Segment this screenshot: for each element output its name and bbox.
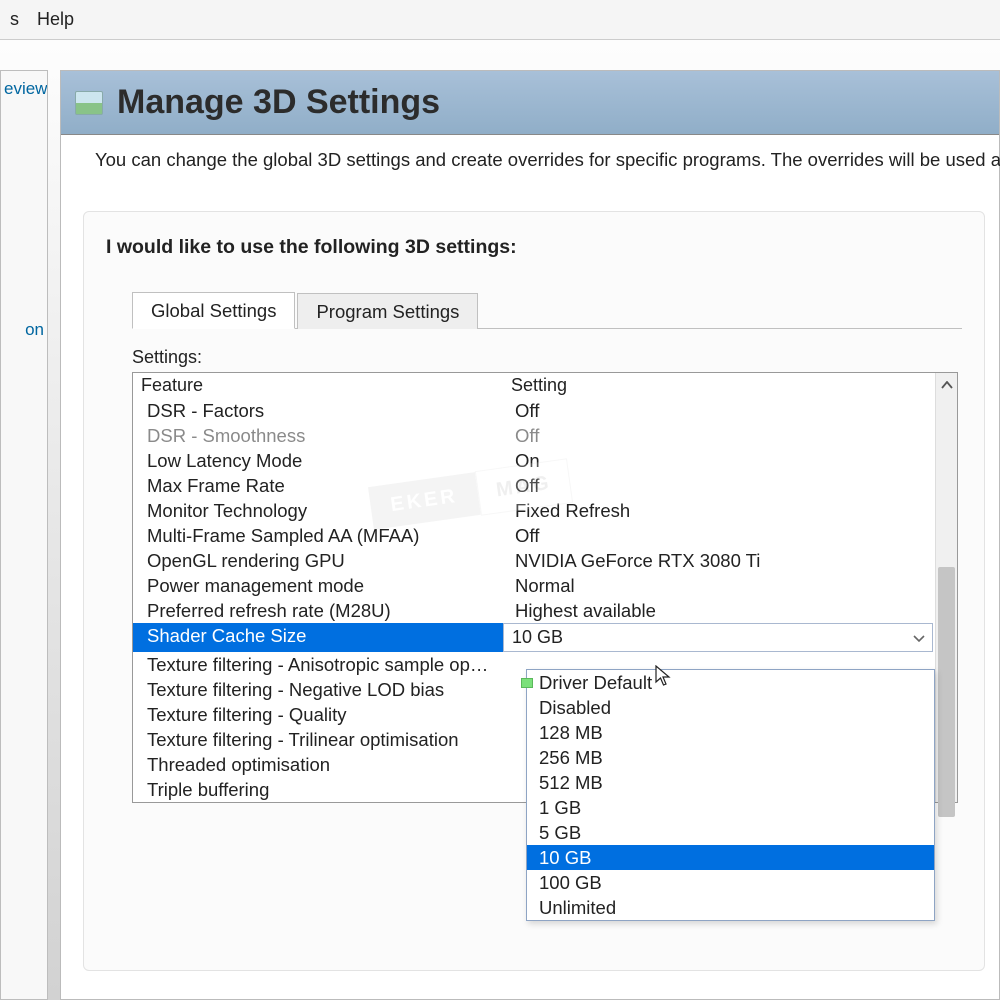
app-icon (75, 91, 103, 115)
shader-cache-select[interactable]: 10 GB (503, 623, 933, 652)
chevron-down-icon[interactable] (910, 627, 928, 648)
feature-cell[interactable]: OpenGL rendering GPU (133, 548, 503, 573)
feature-cell[interactable]: Threaded optimisation (133, 752, 503, 777)
dropdown-option[interactable]: 10 GB (527, 845, 934, 870)
setting-cell[interactable]: Highest available (503, 598, 957, 623)
setting-cell[interactable]: 10 GB (503, 623, 957, 652)
dropdown-option[interactable]: Disabled (527, 695, 934, 720)
feature-cell[interactable]: Triple buffering (133, 777, 503, 802)
dropdown-option[interactable]: Unlimited (527, 895, 934, 920)
feature-cell[interactable]: Preferred refresh rate (M28U) (133, 598, 503, 623)
feature-cell[interactable]: Monitor Technology (133, 498, 503, 523)
tab-global-settings[interactable]: Global Settings (132, 292, 295, 329)
scrollbar[interactable] (935, 373, 957, 802)
feature-cell[interactable]: Power management mode (133, 573, 503, 598)
feature-cell[interactable]: Shader Cache Size (133, 623, 503, 652)
feature-cell[interactable]: Texture filtering - Quality (133, 702, 503, 727)
dropdown-option[interactable]: 512 MB (527, 770, 934, 795)
settings-grid: Feature Setting DSR - FactorsOffDSR - Sm… (132, 372, 958, 803)
dropdown-option[interactable]: 128 MB (527, 720, 934, 745)
menu-frag-s[interactable]: s (10, 9, 19, 30)
settings-heading: I would like to use the following 3D set… (106, 236, 962, 259)
nav-frag-on[interactable]: on (1, 312, 47, 348)
dropdown-option[interactable]: 5 GB (527, 820, 934, 845)
col-setting: Setting (503, 373, 957, 398)
setting-cell[interactable]: On (503, 448, 957, 473)
dropdown-option[interactable]: 256 MB (527, 745, 934, 770)
setting-cell[interactable]: Fixed Refresh (503, 498, 957, 523)
settings-card: I would like to use the following 3D set… (83, 211, 985, 971)
dropdown-option[interactable]: 100 GB (527, 870, 934, 895)
menu-bar: s Help (0, 0, 1000, 40)
menu-help[interactable]: Help (37, 9, 74, 30)
page-description: You can change the global 3D settings an… (61, 135, 999, 175)
scroll-thumb[interactable] (938, 567, 955, 817)
dropdown-option[interactable]: Driver Default (527, 670, 934, 695)
page-title: Manage 3D Settings (117, 83, 440, 122)
setting-cell[interactable]: NVIDIA GeForce RTX 3080 Ti (503, 548, 957, 573)
setting-cell[interactable]: Off (503, 523, 957, 548)
settings-label: Settings: (132, 347, 958, 368)
setting-cell[interactable]: Off (503, 423, 957, 448)
tab-program-settings[interactable]: Program Settings (297, 293, 478, 329)
setting-cell[interactable]: Off (503, 398, 957, 423)
feature-cell[interactable]: Max Frame Rate (133, 473, 503, 498)
feature-cell[interactable]: Texture filtering - Trilinear optimisati… (133, 727, 503, 752)
scroll-track[interactable] (936, 397, 957, 778)
feature-cell[interactable]: Low Latency Mode (133, 448, 503, 473)
tab-row: Global Settings Program Settings (132, 291, 962, 329)
feature-cell[interactable]: DSR - Smoothness (133, 423, 503, 448)
feature-cell[interactable]: Multi-Frame Sampled AA (MFAA) (133, 523, 503, 548)
nav-frag-eview[interactable]: eview (1, 71, 47, 107)
col-feature: Feature (133, 373, 503, 398)
main-panel: Manage 3D Settings You can change the gl… (60, 70, 1000, 1000)
feature-cell[interactable]: Texture filtering - Negative LOD bias (133, 677, 503, 702)
shader-cache-dropdown[interactable]: Driver DefaultDisabled128 MB256 MB512 MB… (526, 669, 935, 921)
setting-cell[interactable]: Off (503, 473, 957, 498)
setting-cell[interactable]: Normal (503, 573, 957, 598)
feature-cell[interactable]: DSR - Factors (133, 398, 503, 423)
feature-cell[interactable]: Texture filtering - Anisotropic sample o… (133, 652, 503, 677)
title-bar: Manage 3D Settings (61, 71, 999, 135)
dropdown-option[interactable]: 1 GB (527, 795, 934, 820)
nav-sidebar: eview on (0, 70, 48, 1000)
scroll-up-icon[interactable] (936, 373, 957, 397)
